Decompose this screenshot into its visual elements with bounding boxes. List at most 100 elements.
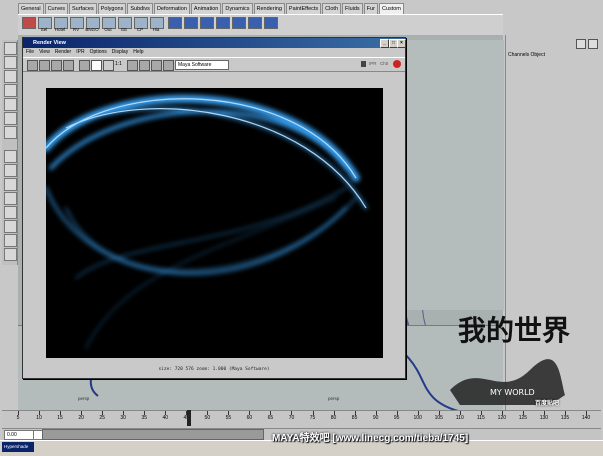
time-slider[interactable]: 5101520253035404550556065707580859095100… (2, 410, 601, 429)
render-menu-display[interactable]: Display (112, 48, 128, 56)
render-menu-help[interactable]: Help (133, 48, 143, 56)
shelf-tab-fluids[interactable]: Fluids (342, 3, 363, 14)
render-menu-file[interactable]: File (26, 48, 34, 56)
layout-single-icon[interactable] (4, 150, 17, 163)
shelf-tab-rendering[interactable]: Rendering (253, 3, 285, 14)
shelf-tool-icon[interactable] (248, 17, 262, 29)
shelf-tab-polygons[interactable]: Polygons (97, 3, 127, 14)
light-icon[interactable] (163, 60, 174, 71)
shelf-tab-cloth[interactable]: Cloth (322, 3, 342, 14)
render-status: size: 720 576 zoom: 1.000 (Maya Software… (158, 367, 270, 372)
render-region-icon[interactable] (39, 60, 50, 71)
time-tick-label: 50 (204, 415, 211, 421)
redo-render-icon[interactable] (27, 60, 38, 71)
shelf-icon-label: Hotel (54, 27, 66, 32)
shelf-tool-icon[interactable] (184, 17, 198, 29)
channel-menu-item[interactable]: Channels (508, 52, 529, 58)
time-tick-label: 115 (476, 415, 485, 421)
layout-hypershade-icon[interactable] (4, 220, 17, 233)
render-menu-view[interactable]: View (39, 48, 50, 56)
keep-image-icon[interactable] (127, 60, 138, 71)
shelf-tool-icon[interactable] (232, 17, 246, 29)
taskbar-item[interactable]: Hypershade (2, 442, 34, 452)
shelf-icon-label: RV (72, 27, 80, 32)
range-slider[interactable] (42, 429, 264, 440)
render-menu-options[interactable]: Options (90, 48, 107, 56)
channel-menu-item[interactable]: Object (531, 52, 545, 58)
display-rgb-icon[interactable] (79, 60, 90, 71)
shelf-tab-subdivs[interactable]: Subdivs (127, 3, 153, 14)
shelf-icon-label: Out (104, 27, 112, 32)
select-tool-icon[interactable] (4, 42, 17, 55)
shelf-icon-label: BNGO (85, 27, 99, 32)
channel-toggle-icon[interactable] (588, 39, 598, 49)
shelf-tab-dynamics[interactable]: Dynamics (222, 3, 253, 14)
time-tick-label: 70 (288, 415, 295, 421)
time-tick-label: 80 (330, 415, 337, 421)
rotate-tool-icon[interactable] (4, 98, 17, 111)
time-tick-label: 65 (267, 415, 274, 421)
channel-toggle-icon[interactable] (576, 39, 586, 49)
scale-tool-icon[interactable] (4, 112, 17, 125)
paint-tool-icon[interactable] (4, 70, 17, 83)
shelf-tool-icon[interactable] (168, 17, 182, 29)
toolbox (2, 40, 18, 265)
render-menu-ipr[interactable]: IPR (76, 48, 84, 56)
remove-image-icon[interactable] (139, 60, 150, 71)
minimize-icon[interactable]: _ (380, 39, 389, 48)
shelf-tab-painteffects[interactable]: PaintEffects (285, 3, 322, 14)
shelf-tab-curves[interactable]: Curves (44, 3, 68, 14)
corner-watermark: 百度贴吧 (535, 401, 560, 407)
display-alpha-icon[interactable] (91, 60, 102, 71)
time-tick-label: 75 (309, 415, 316, 421)
shelf-tab-custom[interactable]: Custom (378, 3, 404, 14)
shelf-tool-icon[interactable] (216, 17, 230, 29)
channel-label: Ch0 (380, 61, 389, 66)
time-tick-label: 130 (539, 415, 549, 421)
layout-render-icon[interactable] (4, 234, 17, 247)
start-time-field[interactable]: 0.00 (4, 430, 34, 440)
move-tool-icon[interactable] (4, 84, 17, 97)
layout-outliner-icon[interactable] (4, 192, 17, 205)
shelf-tool-icon[interactable] (264, 17, 278, 29)
time-tick-label: 30 (120, 415, 126, 421)
time-tick-label: 25 (99, 415, 105, 421)
logo-chinese-text: 我的世界 (458, 314, 570, 347)
blue-streak-render-icon (46, 94, 368, 349)
shelf-icon-bar: Sel Hotel RV BNGO Out GE CP Hia (18, 14, 503, 36)
shelf-icon-label: Hia (152, 27, 160, 32)
time-tick-label: 5 (16, 415, 20, 421)
layout-misc-icon[interactable] (4, 248, 17, 261)
stop-icon[interactable] (393, 60, 401, 68)
render-view-titlebar[interactable]: Render View _ □ × (23, 38, 406, 48)
shelf-tab-surfaces[interactable]: Surfaces (69, 3, 97, 14)
camera-icon[interactable] (151, 60, 162, 71)
time-tick-label: 100 (413, 415, 422, 421)
shelf-tool-icon[interactable] (200, 17, 214, 29)
shelf-tab-fur[interactable]: Fur (363, 3, 378, 14)
render-menu-render[interactable]: Render (55, 48, 71, 56)
layout-graph-icon[interactable] (4, 206, 17, 219)
lasso-tool-icon[interactable] (4, 56, 17, 69)
pause-icon[interactable] (361, 61, 366, 67)
ipr-icon[interactable] (63, 60, 74, 71)
real-size-icon[interactable] (103, 60, 114, 71)
time-tick-label: 15 (57, 415, 63, 421)
layout-two-icon[interactable] (4, 178, 17, 191)
renderer-select[interactable]: Maya Software (175, 60, 229, 70)
snapshot-icon[interactable] (51, 60, 62, 71)
shelf-curve-icon[interactable] (22, 17, 36, 29)
time-tick-label: 105 (434, 415, 443, 421)
close-icon[interactable]: × (397, 39, 406, 48)
time-tick-label: 95 (393, 415, 400, 421)
time-tick-label: 90 (372, 415, 379, 421)
shelf-tab-general[interactable]: General (18, 3, 44, 14)
manipulator-tool-icon[interactable] (4, 126, 17, 139)
current-frame-marker[interactable] (187, 410, 191, 426)
shelf-tab-deformation[interactable]: Deformation (153, 3, 190, 14)
render-view-window: Render View _ □ × File View Render IPR Optio… (22, 37, 406, 379)
shelf-tab-animation[interactable]: Animation (190, 3, 222, 14)
layout-four-icon[interactable] (4, 164, 17, 177)
time-tick-label: 125 (518, 415, 528, 421)
footer-watermark: MAYA特效吧 [www.linecg.com/tieba/1745] (272, 433, 469, 444)
